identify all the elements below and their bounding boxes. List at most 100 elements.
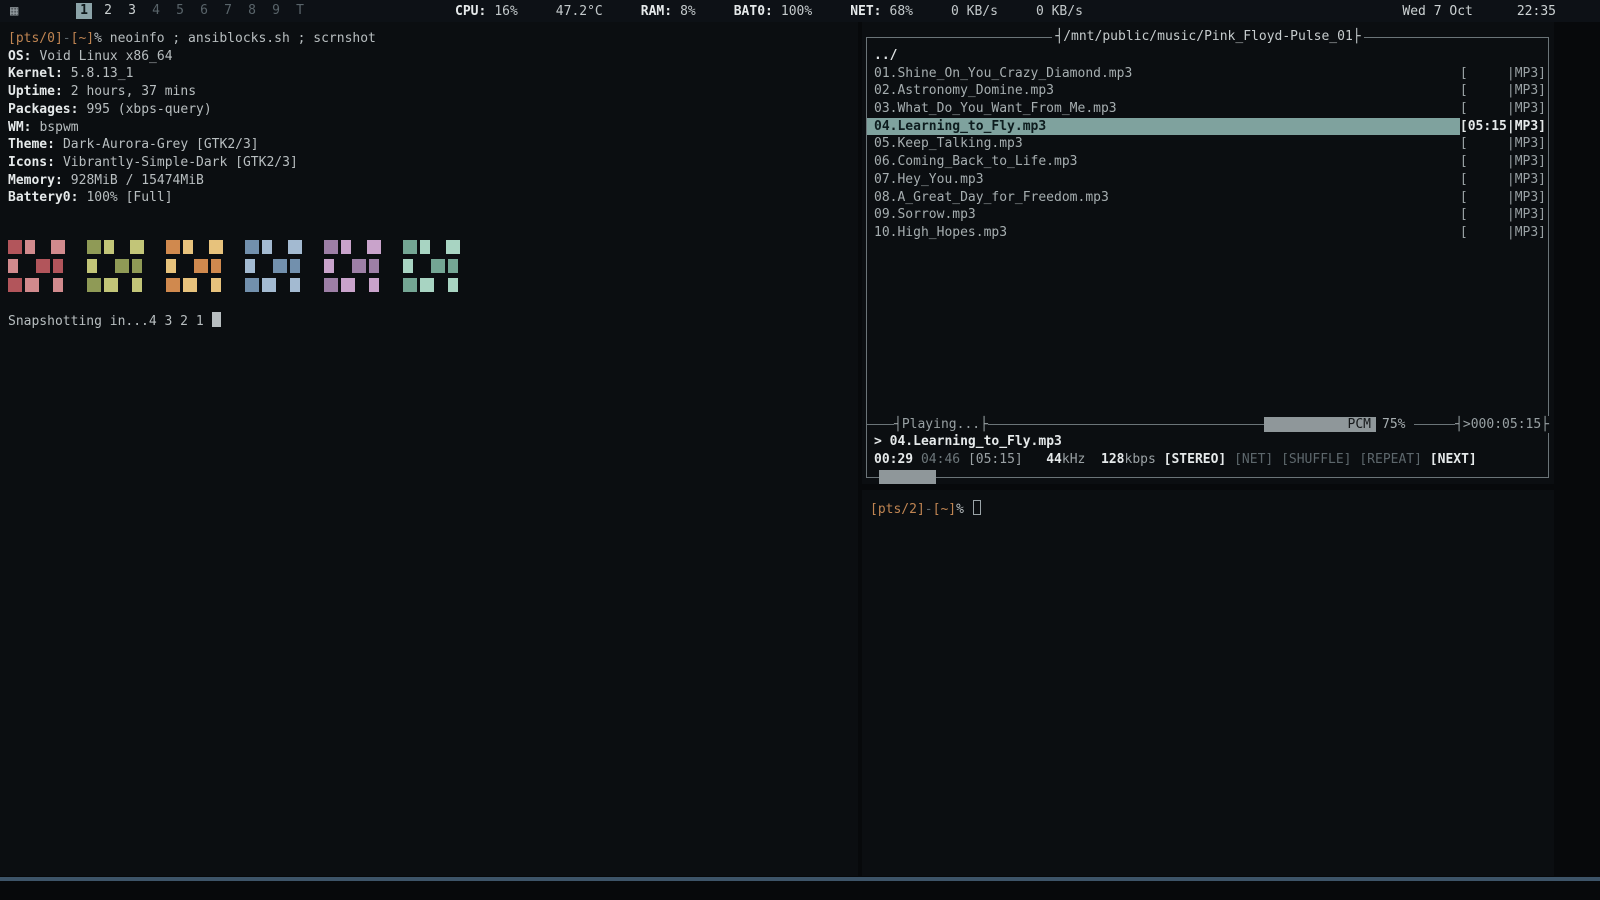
info-label: Uptime: xyxy=(8,84,63,100)
track-name[interactable]: 01.Shine_On_You_Crazy_Diamond.mp3 xyxy=(867,65,1460,83)
stat-battery: BAT0: 100% xyxy=(734,4,812,19)
menu-grid-icon[interactable]: ▦ xyxy=(10,0,18,22)
track-name[interactable]: 03.What_Do_You_Want_From_Me.mp3 xyxy=(867,100,1460,118)
prompt-line: [pts/0]-[~]% neoinfo ; ansiblocks.sh ; s… xyxy=(8,30,850,48)
track-row[interactable]: 06.Coming_Back_to_Life.mp3[ |MP3] xyxy=(867,153,1548,171)
workspace-t[interactable]: T xyxy=(292,3,308,19)
workspace-5[interactable]: 5 xyxy=(172,3,188,19)
flag-repeat: [REPEAT] xyxy=(1359,452,1422,467)
track-meta: [ |MP3] xyxy=(1459,136,1546,152)
info-line-icons: Icons: Vibrantly-Simple-Dark [GTK2/3] xyxy=(8,154,850,172)
track-row-current[interactable]: 04.Learning_to_Fly.mp3 [05:15|MP3] xyxy=(867,117,1548,136)
prompt-line: [pts/2]-[~]% xyxy=(870,500,1546,519)
track-row[interactable]: 07.Hey_You.mp3[ |MP3] xyxy=(867,171,1548,189)
info-line-wm: WM: bspwm xyxy=(8,119,850,137)
track-name[interactable]: 07.Hey_You.mp3 xyxy=(867,171,1460,189)
info-line-kernel: Kernel: 5.8.13_1 xyxy=(8,65,850,83)
ansi-color-group xyxy=(403,240,460,297)
stat-temperature: 47.2°C xyxy=(556,4,603,19)
seek-progress-bar[interactable] xyxy=(879,470,936,484)
track-name[interactable]: 09.Sorrow.mp3 xyxy=(867,206,1460,224)
track-row[interactable]: 10.High_Hopes.mp3[ |MP3] xyxy=(867,224,1548,242)
ansi-color-group xyxy=(324,240,381,297)
parent-dir-row[interactable]: ../ xyxy=(867,47,1548,65)
info-line-memory: Memory: 928MiB / 15474MiB xyxy=(8,172,850,190)
track-name[interactable]: 04.Learning_to_Fly.mp3 xyxy=(867,117,1460,136)
info-line-theme: Theme: Dark-Aurora-Grey [GTK2/3] xyxy=(8,136,850,154)
parent-dir-label[interactable]: ../ xyxy=(867,47,1548,65)
info-label: Kernel: xyxy=(8,66,63,82)
track-meta: [ |MP3] xyxy=(1459,224,1546,240)
info-value: Void Linux x86_64 xyxy=(39,48,173,64)
stat-cpu-value: 16% xyxy=(494,3,518,19)
track-row[interactable]: 03.What_Do_You_Want_From_Me.mp3[ |MP3] xyxy=(867,100,1548,118)
track-row[interactable]: 01.Shine_On_You_Crazy_Diamond.mp3[ |MP3] xyxy=(867,65,1548,83)
info-line-packages: Packages: 995 (xbps-query) xyxy=(8,101,850,119)
flag-next: [NEXT] xyxy=(1429,452,1477,467)
info-line-os: OS: Void Linux x86_64 xyxy=(8,48,850,66)
sample-rate-unit: kHz xyxy=(1061,452,1086,467)
workspace-7[interactable]: 7 xyxy=(220,3,236,19)
track-meta: [ |MP3] xyxy=(1459,189,1546,205)
bar-date: Wed 7 Oct xyxy=(1402,3,1473,19)
ansi-color-group xyxy=(8,240,65,297)
playlist-total-time: ┤>000:05:15├ xyxy=(1455,416,1549,433)
track-name[interactable]: 06.Coming_Back_to_Life.mp3 xyxy=(867,153,1460,171)
stat-ram-label: RAM: xyxy=(640,3,673,19)
info-label: OS: xyxy=(8,48,32,64)
stat-net-value: 68% xyxy=(889,3,913,19)
track-row[interactable]: 02.Astronomy_Domine.mp3[ |MP3] xyxy=(867,82,1548,100)
volume-mixer[interactable]: PCM 75% xyxy=(1264,417,1414,432)
now-playing-line: > 04.Learning_to_Fly.mp3 xyxy=(874,433,1062,450)
top-bar: ▦ 1 2 3 4 5 6 7 8 9 T CPU: 16% 47.2°C RAM… xyxy=(0,0,1600,22)
info-value: 5.8.13_1 xyxy=(70,66,134,82)
volume-percent: 75% xyxy=(1382,417,1406,432)
track-meta: [ |MP3] xyxy=(1459,154,1546,170)
stat-net-down: 0 KB/s xyxy=(951,4,998,19)
terminal-pts2[interactable]: [pts/2]-[~]% xyxy=(862,490,1554,876)
info-line-uptime: Uptime: 2 hours, 37 mins xyxy=(8,83,850,101)
track-row[interactable]: 05.Keep_Talking.mp3[ |MP3] xyxy=(867,135,1548,153)
workspace-8[interactable]: 8 xyxy=(244,3,260,19)
prompt-separator: - xyxy=(62,31,71,46)
stat-net-up: 0 KB/s xyxy=(1036,4,1083,19)
terminal-pts0[interactable]: [pts/0]-[~]% neoinfo ; ansiblocks.sh ; s… xyxy=(0,22,858,876)
moc-titlebar: ┤/mnt/public/music/Pink_Floyd-Pulse_01├ xyxy=(862,28,1554,46)
stat-cpu-label: CPU: xyxy=(455,3,487,19)
track-meta: [ |MP3] xyxy=(1459,65,1546,81)
info-value: Vibrantly-Simple-Dark [GTK2/3] xyxy=(62,154,298,170)
now-playing-prefix: > xyxy=(874,434,882,449)
info-value: bspwm xyxy=(39,119,79,135)
terminal-cursor xyxy=(972,500,981,515)
bar-stats: CPU: 16% 47.2°C RAM: 8% BAT0: 100% NET: 68% … xyxy=(455,0,1083,22)
bar-time: 22:35 xyxy=(1516,3,1556,19)
track-row[interactable]: 09.Sorrow.mp3[ |MP3] xyxy=(867,206,1548,224)
bottom-accent-strip xyxy=(0,877,1600,881)
ansi-color-blocks xyxy=(8,240,850,297)
workspace-3[interactable]: 3 xyxy=(124,3,140,19)
playback-info-line: 00:29 04:46 [05:15] 44kHz 128kbps [STERE… xyxy=(874,451,1477,468)
workspace-9[interactable]: 9 xyxy=(268,3,284,19)
info-label: Icons: xyxy=(8,154,55,170)
countdown-text: Snapshotting in...4 3 2 1 xyxy=(8,314,212,330)
workspace-switcher: 1 2 3 4 5 6 7 8 9 T xyxy=(76,0,308,22)
mixer-label: PCM xyxy=(1347,417,1371,432)
flag-shuffle: [SHUFFLE] xyxy=(1281,452,1352,467)
workspace-2[interactable]: 2 xyxy=(100,3,116,19)
now-playing-title: 04.Learning_to_Fly.mp3 xyxy=(889,434,1062,449)
track-row[interactable]: 08.A_Great_Day_for_Freedom.mp3[ |MP3] xyxy=(867,189,1548,207)
track-name[interactable]: 10.High_Hopes.mp3 xyxy=(867,224,1460,242)
workspace-4[interactable]: 4 xyxy=(148,3,164,19)
moc-player[interactable]: ┤/mnt/public/music/Pink_Floyd-Pulse_01├ … xyxy=(862,22,1554,484)
prompt-sigil: % xyxy=(94,31,102,46)
info-label: WM: xyxy=(8,119,32,135)
track-name[interactable]: 02.Astronomy_Domine.mp3 xyxy=(867,82,1460,100)
workspace-6[interactable]: 6 xyxy=(196,3,212,19)
stat-cpu: CPU: 16% xyxy=(455,4,518,19)
track-meta: [05:15|MP3] xyxy=(1459,118,1546,134)
workspace-1[interactable]: 1 xyxy=(76,3,92,19)
track-name[interactable]: 05.Keep_Talking.mp3 xyxy=(867,135,1460,153)
info-label: Packages: xyxy=(8,101,79,117)
track-meta: [ |MP3] xyxy=(1459,207,1546,223)
track-name[interactable]: 08.A_Great_Day_for_Freedom.mp3 xyxy=(867,189,1460,207)
